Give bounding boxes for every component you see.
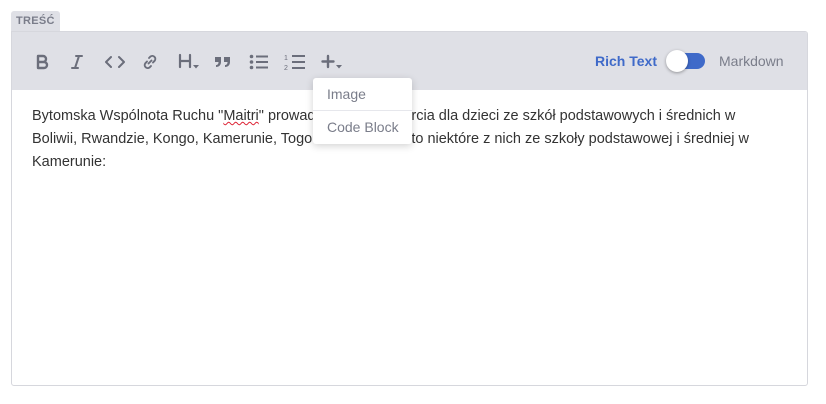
markdown-mode-label[interactable]: Markdown — [719, 52, 784, 70]
plus-icon — [321, 54, 343, 70]
insert-dropdown-menu: Image Code Block — [313, 78, 412, 144]
menu-item-code-block[interactable]: Code Block — [313, 110, 412, 143]
quote-icon — [214, 55, 232, 69]
misspelled-word: Maitri — [223, 108, 259, 124]
heading-button[interactable] — [174, 49, 204, 75]
insert-button[interactable] — [317, 49, 347, 75]
toggle-knob — [666, 50, 688, 72]
numbered-list-button[interactable]: 12 — [282, 49, 308, 75]
link-button[interactable] — [137, 49, 163, 75]
bold-button[interactable] — [29, 49, 55, 75]
content-text-start: Bytomska Wspólnota Ruchu " — [32, 108, 224, 124]
bulleted-list-icon — [249, 54, 269, 70]
numbered-list-icon: 12 — [284, 53, 306, 71]
field-label: TREŚĆ — [11, 11, 60, 31]
code-icon — [105, 55, 125, 69]
heading-icon — [177, 53, 201, 71]
mode-toggle[interactable] — [666, 50, 705, 72]
link-icon — [141, 53, 159, 71]
code-button[interactable] — [102, 49, 128, 75]
italic-icon — [70, 54, 84, 70]
svg-text:1: 1 — [284, 55, 288, 62]
bold-icon — [35, 54, 49, 70]
quote-button[interactable] — [210, 49, 236, 75]
svg-text:2: 2 — [284, 65, 288, 71]
italic-button[interactable] — [64, 49, 90, 75]
menu-item-image[interactable]: Image — [313, 78, 412, 110]
bulleted-list-button[interactable] — [246, 49, 272, 75]
rich-text-mode-label[interactable]: Rich Text — [595, 52, 657, 70]
